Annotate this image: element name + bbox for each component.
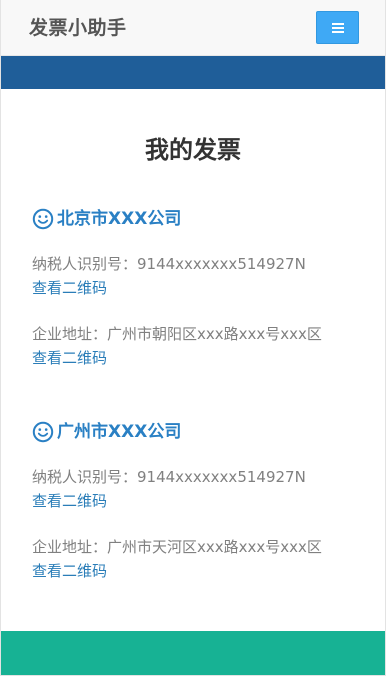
company-name: 广州市XXX公司 <box>57 422 182 442</box>
smile-icon <box>32 421 54 443</box>
company-header: 广州市XXX公司 <box>32 418 362 446</box>
main-content: 我的发票 北京市XXX公司 纳税人识别号：9144xxxxxxx514927N … <box>1 89 385 631</box>
app-frame: 发票小助手 我的发票 北京市XXX公司 纳税人识别号：9144xxxxxxx51… <box>0 0 386 676</box>
smile-icon <box>32 208 54 230</box>
hamburger-bar <box>332 23 344 25</box>
view-tax-qr-link[interactable]: 查看二维码 <box>32 277 107 299</box>
company-card: 广州市XXX公司 纳税人识别号：9144xxxxxxx514927N 查看二维码… <box>32 418 362 580</box>
tax-id-text: 纳税人识别号：9144xxxxxxx514927N <box>32 255 306 273</box>
tax-id-text: 纳税人识别号：9144xxxxxxx514927N <box>32 468 306 486</box>
view-address-qr-link[interactable]: 查看二维码 <box>32 560 107 582</box>
brand-title[interactable]: 发票小助手 <box>29 16 127 40</box>
page-title: 我的发票 <box>145 136 241 164</box>
header-band <box>1 56 385 89</box>
company-card: 北京市XXX公司 纳税人识别号：9144xxxxxxx514927N 查看二维码… <box>32 205 362 367</box>
view-address-qr-link[interactable]: 查看二维码 <box>32 347 107 369</box>
address-text: 企业地址：广州市天河区xxx路xxx号xxx区 <box>32 538 322 556</box>
footer-band <box>1 631 385 675</box>
menu-toggle-button[interactable] <box>316 11 359 44</box>
address-text: 企业地址：广州市朝阳区xxx路xxx号xxx区 <box>32 325 322 343</box>
company-header: 北京市XXX公司 <box>32 205 362 233</box>
view-tax-qr-link[interactable]: 查看二维码 <box>32 490 107 512</box>
navbar: 发票小助手 <box>1 0 385 56</box>
company-name: 北京市XXX公司 <box>57 209 182 229</box>
hamburger-bar <box>332 27 344 29</box>
hamburger-bar <box>332 31 344 33</box>
